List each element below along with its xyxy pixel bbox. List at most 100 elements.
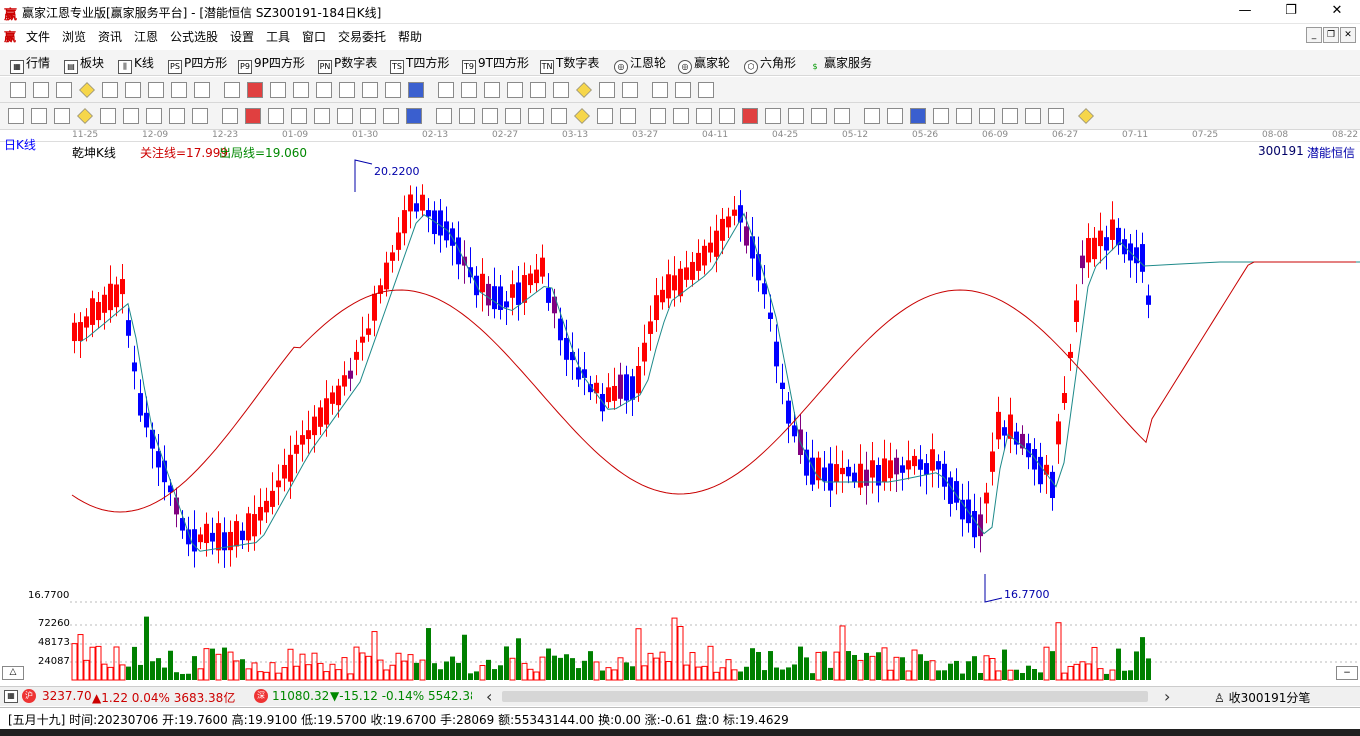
menu-gann[interactable]: 江恩 [134, 28, 158, 45]
toolbar-hexagon[interactable]: ⬡ 六角形 [744, 54, 796, 74]
draw-tool-32-icon[interactable] [742, 108, 758, 124]
draw-tool-45-icon[interactable] [1048, 108, 1064, 124]
chart-tool-15-icon[interactable] [339, 82, 355, 98]
toolbar-p-table[interactable]: PN P数字表 [318, 54, 377, 74]
chart-tool-21-icon[interactable] [484, 82, 500, 98]
draw-tool-1-icon[interactable] [8, 108, 24, 124]
draw-tool-42-icon[interactable] [979, 108, 995, 124]
chart-tool-24-icon[interactable] [553, 82, 569, 98]
menu-browse[interactable]: 浏览 [62, 28, 86, 45]
draw-tool-38-icon[interactable] [887, 108, 903, 124]
draw-tool-31-icon[interactable] [719, 108, 735, 124]
toolbar-p-square[interactable]: PS P四方形 [168, 54, 227, 74]
expand-button[interactable]: △ [2, 666, 24, 680]
chart-tool-4-icon[interactable] [79, 82, 95, 98]
menu-window[interactable]: 窗口 [302, 28, 326, 45]
draw-tool-36-icon[interactable] [834, 108, 850, 124]
draw-tool-10-icon[interactable] [222, 108, 238, 124]
collapse-button[interactable]: − [1336, 666, 1358, 680]
chart-tool-27-icon[interactable] [622, 82, 638, 98]
scroll-right-arrow[interactable]: › [1164, 687, 1170, 706]
toolbar-quotes[interactable]: ▦ 行情 [10, 54, 50, 74]
chart-tool-23-icon[interactable] [530, 82, 546, 98]
draw-tool-8-icon[interactable] [169, 108, 185, 124]
ticker-grid-icon[interactable]: ▦ [4, 690, 18, 703]
chart-tool-25-icon[interactable] [576, 82, 592, 98]
draw-tool-17-icon[interactable] [383, 108, 399, 124]
menu-file[interactable]: 文件 [26, 28, 50, 45]
menu-trade[interactable]: 交易委托 [338, 28, 386, 45]
mdi-minimize-button[interactable]: _ [1306, 27, 1322, 43]
draw-tool-27-icon[interactable] [620, 108, 636, 124]
menu-tools[interactable]: 工具 [266, 28, 290, 45]
draw-tool-18-icon[interactable] [406, 108, 422, 124]
draw-tool-24-icon[interactable] [551, 108, 567, 124]
minimize-button[interactable]: — [1222, 0, 1268, 24]
tick-record-label[interactable]: ♙ 收300191分笔 [1214, 689, 1310, 706]
draw-tool-37-icon[interactable] [864, 108, 880, 124]
toolbar-t-table[interactable]: TN T数字表 [540, 54, 599, 74]
chart-tool-12-icon[interactable] [270, 82, 286, 98]
draw-tool-22-icon[interactable] [505, 108, 521, 124]
draw-tool-19-icon[interactable] [436, 108, 452, 124]
chart-tool-11-icon[interactable] [247, 82, 263, 98]
draw-tool-43-icon[interactable] [1002, 108, 1018, 124]
chart-tool-28-icon[interactable] [652, 82, 668, 98]
chart-tool-2-icon[interactable] [33, 82, 49, 98]
draw-tool-23-icon[interactable] [528, 108, 544, 124]
draw-tool-41-icon[interactable] [956, 108, 972, 124]
menu-formula[interactable]: 公式选股 [170, 28, 218, 45]
draw-tool-30-icon[interactable] [696, 108, 712, 124]
chart-tool-7-icon[interactable] [148, 82, 164, 98]
chart-tool-29-icon[interactable] [675, 82, 691, 98]
chart-tool-3-icon[interactable] [56, 82, 72, 98]
toolbar-9p-square[interactable]: P9 9P四方形 [238, 54, 305, 74]
toolbar-kline[interactable]: ⫼ K线 [118, 54, 154, 74]
draw-tool-3-icon[interactable] [54, 108, 70, 124]
toolbar-sector[interactable]: ▤ 板块 [64, 54, 104, 74]
menu-info[interactable]: 资讯 [98, 28, 122, 45]
toolbar-winner-wheel[interactable]: ◎ 赢家轮 [678, 54, 730, 74]
draw-tool-16-icon[interactable] [360, 108, 376, 124]
draw-tool-6-icon[interactable] [123, 108, 139, 124]
toolbar-t-square[interactable]: TS T四方形 [390, 54, 449, 74]
chart-tool-18-icon[interactable] [408, 82, 424, 98]
chart-tool-1-icon[interactable] [10, 82, 26, 98]
chart-tool-8-icon[interactable] [171, 82, 187, 98]
draw-tool-20-icon[interactable] [459, 108, 475, 124]
draw-tool-12-icon[interactable] [268, 108, 284, 124]
chart-tool-9-icon[interactable] [194, 82, 210, 98]
chart-tool-6-icon[interactable] [125, 82, 141, 98]
draw-tool-4-icon[interactable] [77, 108, 93, 124]
draw-tool-29-icon[interactable] [673, 108, 689, 124]
draw-tool-40-icon[interactable] [933, 108, 949, 124]
draw-tool-46-icon[interactable] [1078, 108, 1094, 124]
draw-tool-5-icon[interactable] [100, 108, 116, 124]
draw-tool-44-icon[interactable] [1025, 108, 1041, 124]
toolbar-gann-wheel[interactable]: ◎ 江恩轮 [614, 54, 666, 74]
chart-tool-17-icon[interactable] [385, 82, 401, 98]
chart-tool-20-icon[interactable] [461, 82, 477, 98]
mdi-close-button[interactable]: ✕ [1340, 27, 1356, 43]
chart-tool-13-icon[interactable] [293, 82, 309, 98]
close-button[interactable]: ✕ [1314, 0, 1360, 24]
draw-tool-7-icon[interactable] [146, 108, 162, 124]
chart-tool-22-icon[interactable] [507, 82, 523, 98]
draw-tool-34-icon[interactable] [788, 108, 804, 124]
draw-tool-11-icon[interactable] [245, 108, 261, 124]
draw-tool-15-icon[interactable] [337, 108, 353, 124]
draw-tool-14-icon[interactable] [314, 108, 330, 124]
menu-help[interactable]: 帮助 [398, 28, 422, 45]
toolbar-9t-square[interactable]: T9 9T四方形 [462, 54, 529, 74]
chart-tool-5-icon[interactable] [102, 82, 118, 98]
draw-tool-28-icon[interactable] [650, 108, 666, 124]
kline-chart[interactable]: 日K线 乾坤K线 关注线=17.999 出局线=19.060 300191 潜能… [0, 138, 1360, 686]
draw-tool-13-icon[interactable] [291, 108, 307, 124]
chart-tool-10-icon[interactable] [224, 82, 240, 98]
maximize-button[interactable]: ❐ [1268, 0, 1314, 24]
mdi-restore-button[interactable]: ❐ [1323, 27, 1339, 43]
draw-tool-35-icon[interactable] [811, 108, 827, 124]
draw-tool-26-icon[interactable] [597, 108, 613, 124]
menu-settings[interactable]: 设置 [230, 28, 254, 45]
scroll-thumb[interactable] [502, 691, 1148, 702]
